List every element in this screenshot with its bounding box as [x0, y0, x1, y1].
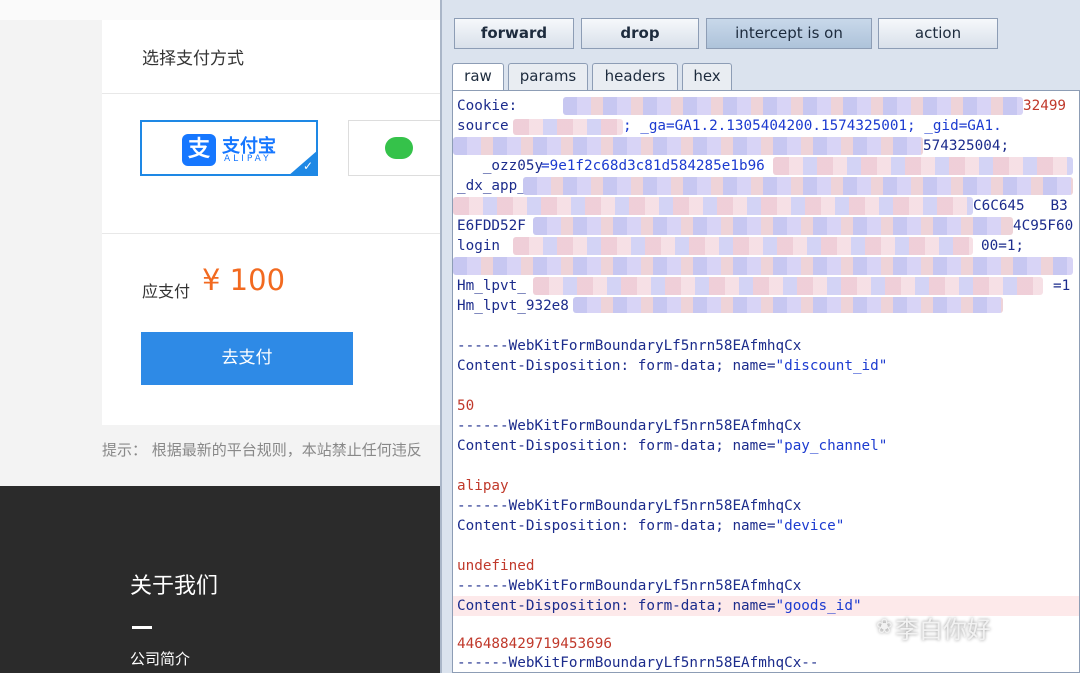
intercept-toggle-button[interactable]: intercept is on: [706, 18, 872, 49]
cookie-fragment: C6C645 B3: [973, 198, 1068, 214]
field-name: "device": [775, 518, 845, 534]
payment-method-title: 选择支付方式: [142, 49, 244, 69]
redaction-blur: [563, 97, 1023, 115]
disposition-line: Content-Disposition: form-data; name="de…: [457, 518, 845, 534]
cookie-header-name: Cookie:: [457, 98, 518, 114]
amount-due-value: ¥ 100: [202, 263, 286, 297]
cookie-fragment: =9e1f2c68d3c81d584285e1b96: [541, 158, 765, 174]
raw-request-editor[interactable]: Cookie: 32499 source ; _ga=GA1.2.1305404…: [452, 90, 1080, 673]
cookie-fragment: 574325004;: [923, 138, 1010, 154]
pay-button[interactable]: 去支付: [141, 332, 353, 385]
cookie-fragment: source: [457, 118, 509, 134]
cookie-fragment: _dx_app_: [457, 178, 526, 194]
alipay-option[interactable]: 支 支付宝 ALIPAY ✓: [140, 120, 318, 176]
cookie-fragment: _ozz05y: [457, 158, 544, 174]
field-name: "discount_id": [775, 358, 888, 374]
redaction-blur: [453, 257, 1073, 275]
disposition-line: Content-Disposition: form-data; name="go…: [457, 598, 862, 614]
cookie-fragment: Hm_lpvt_932e8: [457, 298, 569, 314]
checkmark-icon: ✓: [302, 159, 313, 173]
drop-button[interactable]: drop: [581, 18, 699, 49]
cookie-fragment: 00=1;: [981, 238, 1025, 254]
boundary-line: ------WebKitFormBoundaryLf5nrn58EAfmhqCx: [457, 418, 802, 434]
cookie-fragment: E6FDD52F: [457, 218, 526, 234]
cookie-fragment: 32499: [1023, 98, 1067, 114]
redaction-blur: [453, 137, 923, 155]
wechat-icon: ❀: [876, 614, 893, 638]
heading-underline: [132, 626, 152, 629]
redaction-blur: [513, 237, 973, 255]
action-button[interactable]: action: [878, 18, 998, 49]
company-intro-link[interactable]: 公司简介: [130, 648, 190, 669]
field-value: undefined: [457, 558, 535, 574]
forward-button[interactable]: forward: [454, 18, 574, 49]
field-name: "goods_id": [775, 598, 862, 614]
redaction-blur: [523, 177, 1073, 195]
divider: [102, 93, 440, 94]
tab-hex[interactable]: hex: [682, 63, 732, 90]
cookie-fragment: ; _ga=GA1.2.1305404200.1574325001; _gid=…: [623, 118, 1002, 134]
redaction-blur: [453, 197, 973, 215]
alipay-label-en: ALIPAY: [224, 154, 272, 164]
tab-params[interactable]: params: [508, 63, 588, 90]
redaction-blur: [533, 217, 1013, 235]
field-value: alipay: [457, 478, 509, 494]
payment-card: 选择支付方式 支 支付宝 ALIPAY ✓ 应支付 ¥ 100 去支付: [102, 20, 468, 425]
disposition-line: Content-Disposition: form-data; name="di…: [457, 358, 888, 374]
field-name: "pay_channel": [775, 438, 888, 454]
intercept-proxy-window: forward drop intercept is on action raw …: [440, 0, 1080, 673]
disposition-line: Content-Disposition: form-data; name="pa…: [457, 438, 888, 454]
cookie-fragment: Hm_lpvt_: [457, 278, 526, 294]
field-value: 446488429719453696: [457, 636, 612, 652]
boundary-line: ------WebKitFormBoundaryLf5nrn58EAfmhqCx: [457, 578, 802, 594]
cookie-fragment: =1: [1053, 278, 1071, 294]
watermark-text: 李白你好: [895, 616, 991, 644]
tab-raw[interactable]: raw: [452, 63, 504, 90]
redaction-blur: [773, 157, 1073, 175]
wechat-icon: [385, 137, 413, 159]
divider: [102, 233, 440, 234]
cookie-fragment: login: [457, 238, 501, 254]
tab-headers[interactable]: headers: [592, 63, 678, 90]
amount-due-label: 应支付: [142, 282, 191, 301]
alipay-logo-icon: 支: [182, 134, 216, 166]
boundary-line: ------WebKitFormBoundaryLf5nrn58EAfmhqCx: [457, 498, 802, 514]
cookie-fragment: 4C95F60: [1013, 218, 1074, 234]
redaction-blur: [513, 119, 623, 135]
redaction-blur: [573, 297, 1003, 313]
boundary-line: ------WebKitFormBoundaryLf5nrn58EAfmhqCx: [457, 338, 802, 354]
redaction-blur: [533, 277, 1043, 295]
field-value: 50: [457, 398, 475, 414]
about-us-heading: 关于我们: [130, 574, 219, 599]
notice-text: 提示： 根据最新的平台规则，本站禁止任何违反: [102, 441, 422, 459]
boundary-end-line: ------WebKitFormBoundaryLf5nrn58EAfmhqCx…: [457, 655, 819, 671]
